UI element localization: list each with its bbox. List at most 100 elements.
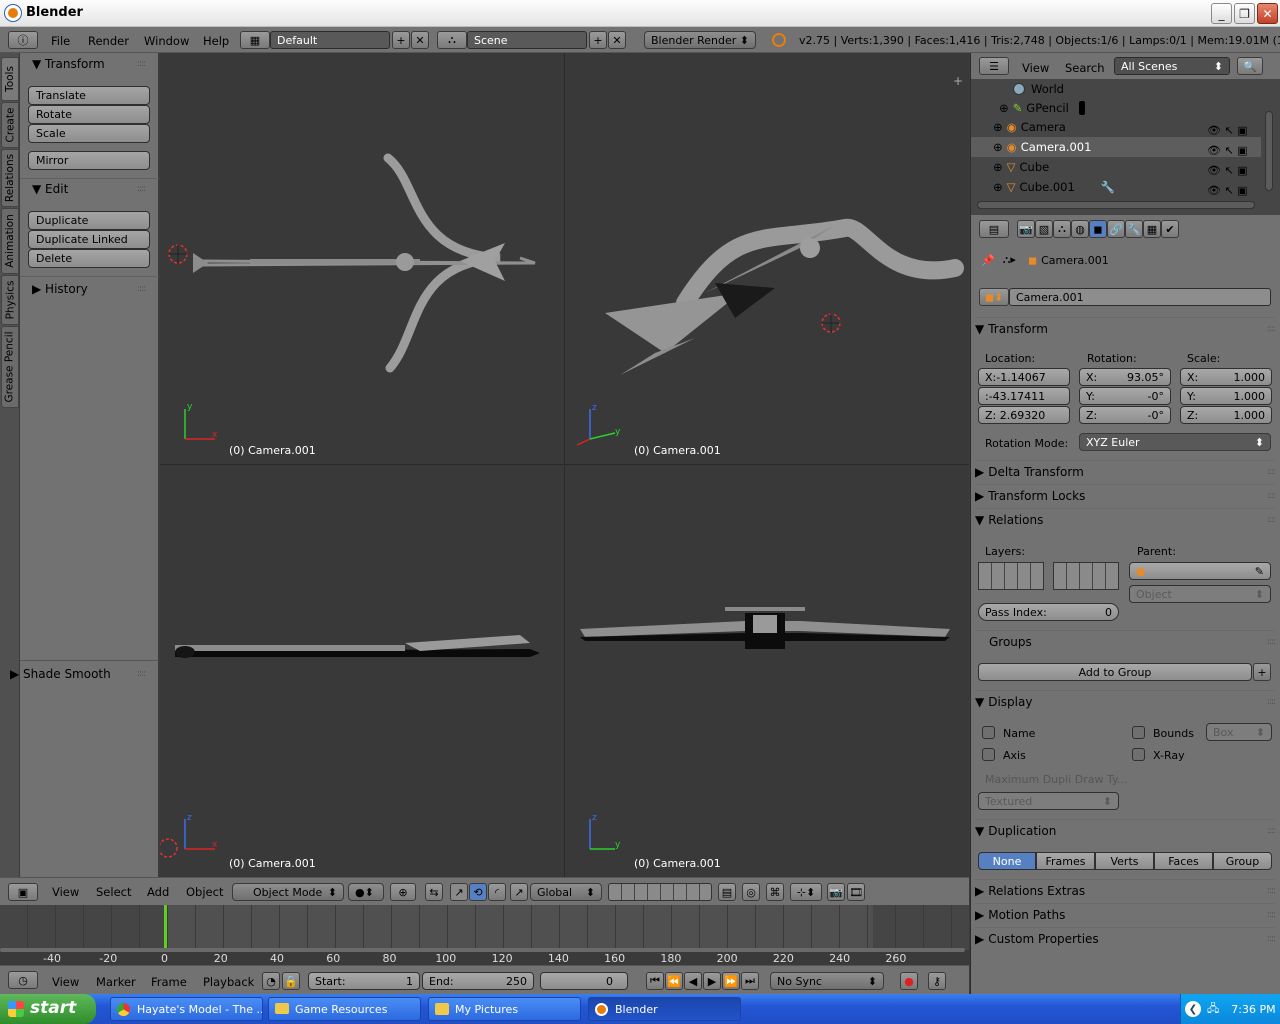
expand-icon[interactable]: ⊕ bbox=[993, 180, 1003, 194]
tab-physics[interactable]: Physics bbox=[1, 275, 19, 325]
add-layout-icon[interactable]: + bbox=[392, 31, 410, 49]
menu-window[interactable]: Window bbox=[144, 34, 189, 48]
menu-render[interactable]: Render bbox=[88, 34, 129, 48]
tray-arrow-icon[interactable]: ❮ bbox=[1185, 1001, 1201, 1017]
layers-grid-b[interactable] bbox=[1053, 562, 1119, 590]
pivot-icon[interactable]: ⊕ bbox=[390, 883, 416, 901]
jump-start-icon[interactable]: ⏮ bbox=[646, 972, 664, 990]
sync-dropdown[interactable]: No Sync ⬍ bbox=[770, 972, 884, 990]
translate-button[interactable]: Translate bbox=[28, 86, 150, 105]
render-layers-tab-icon[interactable]: ▧ bbox=[1035, 220, 1053, 238]
play-reverse-icon[interactable]: ◀ bbox=[684, 972, 702, 990]
scene-icon[interactable]: ⛬ bbox=[437, 31, 467, 49]
delete-button[interactable]: Delete bbox=[28, 249, 150, 268]
properties-context-tabs[interactable]: 📷 ▧ ⛬ ◍ ◼ 🔗 🔧 ▦ ✔ bbox=[1017, 220, 1187, 240]
location-x-field[interactable]: X:-1.14067 bbox=[978, 368, 1070, 386]
viewport-front[interactable]: z x (0) Camera.001 bbox=[158, 465, 564, 877]
dup-verts-button[interactable]: Verts bbox=[1095, 852, 1154, 870]
add-to-group-button[interactable]: Add to Group bbox=[978, 663, 1252, 681]
menu-marker[interactable]: Marker bbox=[96, 975, 136, 989]
groups-section-header[interactable]: Groups:::: bbox=[975, 630, 1276, 652]
lock-layer-icon[interactable]: ▤ bbox=[718, 883, 736, 901]
add-scene-icon[interactable]: + bbox=[589, 31, 607, 49]
transform-section-header[interactable]: ▼ Transform:::: bbox=[975, 317, 1276, 339]
layers-grid-a[interactable] bbox=[978, 562, 1044, 590]
tab-animation[interactable]: Animation bbox=[1, 208, 19, 274]
duplicate-button[interactable]: Duplicate bbox=[28, 211, 150, 230]
relations-extras-section-header[interactable]: ▶ Relations Extras:::: bbox=[975, 879, 1276, 901]
network-icon[interactable]: 🖧 bbox=[1207, 1000, 1219, 1019]
name-checkbox[interactable] bbox=[982, 726, 995, 739]
editor-type-icon[interactable]: ☰ bbox=[979, 57, 1009, 75]
axis-checkbox[interactable] bbox=[982, 748, 995, 761]
render-engine-dropdown[interactable]: Blender Render ⬍ bbox=[644, 31, 756, 49]
outliner-row-gpencil[interactable]: ⊕ ✎ GPencil bbox=[971, 98, 1271, 118]
dup-frames-button[interactable]: Frames bbox=[1036, 852, 1095, 870]
drag-handle-icon[interactable]: :::: bbox=[137, 59, 146, 69]
timeline-scrollbar[interactable] bbox=[0, 948, 965, 952]
menu-search[interactable]: Search bbox=[1065, 61, 1105, 75]
visibility-icons[interactable]: 👁 ↖ ▣ 👁 ↖ ▣ 👁 ↖ ▣ 👁 ↖ ▣ bbox=[1207, 121, 1267, 197]
menu-help[interactable]: Help bbox=[203, 34, 229, 48]
menu-view[interactable]: View bbox=[52, 885, 79, 899]
parent-field[interactable]: ◼ ✎ bbox=[1129, 562, 1271, 580]
lock-icon[interactable]: 🔒 bbox=[282, 972, 300, 990]
shading-dropdown[interactable]: ●⬍ bbox=[348, 883, 384, 901]
snap-icon[interactable]: ⌘ bbox=[766, 883, 784, 901]
viewport-top[interactable]: y x (0) Camera.001 bbox=[160, 53, 564, 464]
menu-view[interactable]: View bbox=[52, 975, 79, 989]
delta-transform-section-header[interactable]: ▶ Delta Transform:::: bbox=[975, 460, 1276, 482]
manipulator-icon[interactable]: ⇆ bbox=[425, 883, 443, 901]
tab-relations[interactable]: Relations bbox=[1, 149, 19, 207]
editor-type-icon[interactable]: ⓘ bbox=[8, 31, 38, 49]
display-mode-dropdown[interactable]: All Scenes ⬍ bbox=[1114, 57, 1230, 75]
tab-tools[interactable]: Tools bbox=[1, 57, 19, 101]
pass-index-field[interactable]: Pass Index: 0 bbox=[978, 603, 1119, 621]
orientation-icon[interactable]: ↗ bbox=[510, 883, 528, 901]
menu-view[interactable]: View bbox=[1022, 61, 1049, 75]
render-tab-icon[interactable]: 📷 bbox=[1017, 220, 1035, 238]
expand-icon[interactable]: ⊕ bbox=[993, 160, 1003, 174]
history-panel-header[interactable]: ▶ History bbox=[32, 282, 88, 296]
editor-type-icon[interactable]: ◷ bbox=[8, 971, 38, 989]
scale-button[interactable]: Scale bbox=[28, 124, 150, 143]
layout-grid-icon[interactable]: ▦ bbox=[240, 31, 270, 49]
menu-add[interactable]: Add bbox=[147, 885, 169, 899]
shade-smooth-panel-header[interactable]: ▶ Shade Smooth bbox=[10, 667, 111, 681]
display-section-header[interactable]: ▼ Display:::: bbox=[975, 690, 1276, 712]
menu-select[interactable]: Select bbox=[96, 885, 131, 899]
proportional-edit-icon[interactable]: ◎ bbox=[742, 883, 760, 901]
menu-playback[interactable]: Playback bbox=[203, 975, 254, 989]
rotate-button[interactable]: Rotate bbox=[28, 105, 150, 124]
scale-manipulator-icon[interactable]: ◜ bbox=[488, 883, 506, 901]
render-animation-icon[interactable]: 🎞 bbox=[847, 883, 865, 901]
object-name-field[interactable]: Camera.001 bbox=[1009, 288, 1271, 306]
play-icon[interactable]: ▶ bbox=[703, 972, 721, 990]
expand-icon[interactable]: ⊕ bbox=[993, 140, 1003, 154]
clock[interactable]: 7:36 PM bbox=[1231, 1003, 1275, 1016]
tab-create[interactable]: Create bbox=[1, 102, 19, 148]
xray-checkbox[interactable] bbox=[1132, 748, 1145, 761]
scene-tab-icon[interactable]: ⛬ bbox=[1053, 220, 1071, 238]
rotation-x-field[interactable]: X: 93.05° bbox=[1079, 368, 1171, 386]
drag-handle-icon[interactable]: :::: bbox=[137, 284, 146, 294]
world-tab-icon[interactable]: ◍ bbox=[1071, 220, 1089, 238]
bounds-type-dropdown[interactable]: Box ⬍ bbox=[1206, 723, 1272, 741]
minimize-button[interactable]: _ bbox=[1211, 3, 1232, 24]
constraints-tab-icon[interactable]: 🔗 bbox=[1107, 220, 1125, 238]
mode-dropdown[interactable]: Object Mode ⬍ bbox=[232, 883, 344, 901]
taskbar-item-game-resources[interactable]: Game Resources bbox=[268, 997, 421, 1021]
rotation-mode-dropdown[interactable]: XYZ Euler ⬍ bbox=[1079, 433, 1271, 451]
outliner-vscroll[interactable] bbox=[1265, 111, 1273, 191]
edit-panel-header[interactable]: ▼ Edit bbox=[32, 182, 68, 196]
dup-none-button[interactable]: None bbox=[978, 852, 1036, 870]
transform-locks-section-header[interactable]: ▶ Transform Locks:::: bbox=[975, 484, 1276, 506]
rotation-z-field[interactable]: Z: -0° bbox=[1079, 406, 1171, 424]
remove-scene-icon[interactable]: ✕ bbox=[608, 31, 626, 49]
close-button[interactable]: ✕ bbox=[1257, 3, 1278, 24]
object-type-icon[interactable]: ◼⬍ bbox=[979, 288, 1009, 306]
drag-handle-icon[interactable]: :::: bbox=[137, 669, 146, 679]
location-z-field[interactable]: Z: 2.69320 bbox=[978, 406, 1070, 424]
orientation-dropdown[interactable]: Global ⬍ bbox=[530, 883, 602, 901]
outliner-hscroll[interactable] bbox=[977, 201, 1255, 209]
